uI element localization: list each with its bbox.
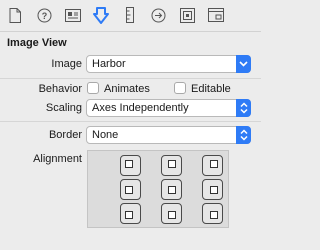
connections-inspector-tab[interactable] [148,5,168,25]
window-icon [208,8,224,22]
align-box-icon [167,185,176,194]
align-right-cell[interactable] [202,179,223,200]
image-value: Harbor [92,58,126,70]
align-box-icon [125,211,133,219]
align-bottom-left-cell[interactable] [120,203,141,224]
separator [0,121,261,122]
align-box-icon [210,185,218,194]
align-top-cell[interactable] [161,155,182,176]
align-box-icon [210,211,218,219]
chevron-down-icon[interactable] [236,55,251,73]
animates-label: Animates [104,83,150,95]
border-value: None [92,129,119,141]
inspector-toolbar: ? [0,0,261,32]
up-down-chevron-icon[interactable] [236,126,251,144]
editable-label: Editable [191,83,231,95]
question-circle-icon: ? [37,8,51,22]
behavior-label: Behavior [38,83,82,95]
attributes-inspector-tab[interactable] [91,5,111,25]
align-bottom-right-cell[interactable] [202,203,223,224]
file-inspector-tab[interactable] [5,5,25,25]
align-top-left-cell[interactable] [120,155,141,176]
align-left-cell[interactable] [120,179,141,200]
ruler-icon [126,7,134,23]
align-box-icon [210,160,218,168]
view-effects-inspector-tab[interactable] [206,5,226,25]
align-box-icon [167,211,176,219]
align-box-icon [125,185,133,194]
image-label: Image [51,58,82,70]
up-down-chevron-icon[interactable] [236,99,251,117]
size-inspector-tab[interactable] [120,5,140,25]
scaling-value: Axes Independently [92,102,189,114]
separator [0,78,261,79]
editable-checkbox[interactable] [174,82,186,94]
nested-squares-icon [179,7,195,23]
image-combo-box[interactable]: Harbor [86,55,251,73]
border-label: Border [48,129,82,141]
alignment-label: Alignment [33,153,82,165]
align-box-icon [125,160,133,168]
shield-down-arrow-icon [93,6,109,24]
align-top-right-cell[interactable] [202,155,223,176]
border-popup[interactable]: None [86,126,251,144]
quick-help-tab[interactable]: ? [34,5,54,25]
scaling-popup[interactable]: Axes Independently [86,99,251,117]
bindings-inspector-tab[interactable] [177,5,197,25]
align-center-cell[interactable] [161,179,182,200]
arrow-circle-icon [151,8,165,22]
scaling-label: Scaling [45,102,82,114]
svg-text:?: ? [41,11,47,21]
identity-card-icon [65,8,81,22]
section-title: Image View [7,37,67,49]
animates-checkbox[interactable] [87,82,99,94]
document-icon [9,7,21,23]
alignment-grid [87,150,229,228]
identity-inspector-tab[interactable] [63,5,83,25]
align-box-icon [167,160,176,168]
align-bottom-cell[interactable] [161,203,182,224]
